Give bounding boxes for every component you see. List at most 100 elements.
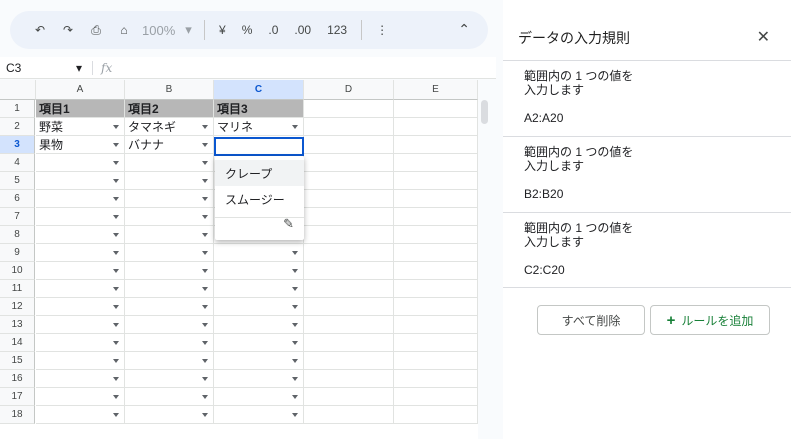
column-header-d[interactable]: D	[304, 80, 394, 100]
grid-cell[interactable]	[214, 352, 304, 370]
grid-cell[interactable]	[36, 244, 125, 262]
dropdown-arrow-icon[interactable]	[202, 323, 208, 327]
grid-cell[interactable]	[394, 352, 478, 370]
grid-cell[interactable]	[36, 208, 125, 226]
grid-cell[interactable]	[394, 406, 478, 424]
grid-cell[interactable]	[304, 118, 394, 136]
grid-cell[interactable]	[214, 406, 304, 424]
column-header-e[interactable]: E	[394, 80, 478, 100]
dropdown-arrow-icon[interactable]	[292, 269, 298, 273]
grid-cell[interactable]	[304, 172, 394, 190]
active-cell-input[interactable]	[214, 137, 304, 156]
dropdown-arrow-icon[interactable]	[202, 179, 208, 183]
dropdown-arrow-icon[interactable]	[202, 233, 208, 237]
increase-decimal-button[interactable]: .00	[286, 23, 319, 37]
column-header-b[interactable]: B	[125, 80, 214, 100]
grid-cell[interactable]	[304, 334, 394, 352]
grid-cell[interactable]	[394, 262, 478, 280]
grid-cell[interactable]	[125, 316, 214, 334]
grid-cell[interactable]	[394, 316, 478, 334]
dropdown-arrow-icon[interactable]	[292, 359, 298, 363]
grid-cell[interactable]	[394, 100, 478, 118]
print-icon[interactable]: ⎙	[82, 16, 110, 44]
grid-cell[interactable]	[394, 190, 478, 208]
grid-cell[interactable]	[125, 154, 214, 172]
grid-cell[interactable]	[304, 316, 394, 334]
dropdown-arrow-icon[interactable]	[292, 323, 298, 327]
dropdown-option[interactable]: クレープ	[215, 160, 304, 186]
row-header[interactable]: 6	[0, 190, 35, 208]
grid-cell[interactable]	[304, 190, 394, 208]
grid-cell[interactable]	[36, 226, 125, 244]
dropdown-arrow-icon[interactable]	[202, 215, 208, 219]
sheet-grid[interactable]: A B C D E 1 項目1 項目2 項目3 2 野菜 タマネギ マリネ 3 果物 バナナ 4 5 6 7 8 9 10 1…	[0, 80, 478, 439]
dropdown-arrow-icon[interactable]	[113, 251, 119, 255]
dropdown-arrow-icon[interactable]	[292, 251, 298, 255]
grid-cell[interactable]	[36, 262, 125, 280]
grid-cell[interactable]	[125, 208, 214, 226]
grid-cell[interactable]	[36, 154, 125, 172]
grid-cell[interactable]	[214, 262, 304, 280]
dropdown-arrow-icon[interactable]	[202, 197, 208, 201]
grid-cell[interactable]	[394, 334, 478, 352]
grid-cell[interactable]	[214, 388, 304, 406]
grid-cell[interactable]	[125, 262, 214, 280]
dropdown-arrow-icon[interactable]	[113, 197, 119, 201]
grid-cell[interactable]: バナナ	[125, 136, 214, 154]
row-header[interactable]: 3	[0, 136, 35, 154]
grid-cell[interactable]	[394, 208, 478, 226]
rule-item[interactable]: 範囲内の 1 つの値を 入力します C2:C20	[503, 212, 791, 288]
grid-cell[interactable]	[125, 406, 214, 424]
currency-button[interactable]: ¥	[211, 23, 234, 37]
grid-cell[interactable]	[125, 280, 214, 298]
dropdown-arrow-icon[interactable]	[113, 143, 119, 147]
row-header[interactable]: 9	[0, 244, 35, 262]
grid-cell[interactable]	[304, 298, 394, 316]
row-header[interactable]: 11	[0, 280, 35, 298]
dropdown-arrow-icon[interactable]	[113, 179, 119, 183]
grid-cell[interactable]	[125, 172, 214, 190]
grid-cell[interactable]	[394, 388, 478, 406]
grid-cell[interactable]	[125, 370, 214, 388]
dropdown-arrow-icon[interactable]	[113, 215, 119, 219]
grid-cell[interactable]	[304, 226, 394, 244]
row-header[interactable]: 17	[0, 388, 35, 406]
collapse-icon[interactable]: ⌃	[458, 21, 470, 38]
grid-cell[interactable]	[304, 352, 394, 370]
grid-cell[interactable]	[394, 280, 478, 298]
grid-cell[interactable]	[394, 154, 478, 172]
grid-cell[interactable]	[125, 388, 214, 406]
number-format-button[interactable]: 123	[319, 23, 355, 37]
grid-cell[interactable]	[304, 208, 394, 226]
grid-cell[interactable]	[36, 334, 125, 352]
dropdown-arrow-icon[interactable]	[292, 341, 298, 345]
grid-cell[interactable]	[304, 280, 394, 298]
grid-cell[interactable]	[36, 388, 125, 406]
row-header[interactable]: 2	[0, 118, 35, 136]
dropdown-arrow-icon[interactable]	[113, 341, 119, 345]
grid-cell[interactable]	[214, 334, 304, 352]
grid-cell[interactable]	[36, 352, 125, 370]
grid-cell[interactable]	[125, 244, 214, 262]
grid-cell[interactable]	[36, 370, 125, 388]
grid-cell[interactable]	[394, 118, 478, 136]
more-icon[interactable]: ⋮	[368, 23, 396, 37]
decrease-decimal-button[interactable]: .0	[260, 23, 286, 37]
delete-all-button[interactable]: すべて削除	[537, 305, 645, 335]
grid-cell[interactable]	[36, 172, 125, 190]
grid-cell[interactable]	[36, 190, 125, 208]
grid-cell[interactable]	[125, 334, 214, 352]
vertical-scrollbar[interactable]	[481, 100, 488, 124]
undo-icon[interactable]: ↶	[26, 16, 54, 44]
row-header[interactable]: 1	[0, 100, 35, 118]
column-header-a[interactable]: A	[36, 80, 125, 100]
dropdown-arrow-icon[interactable]	[202, 359, 208, 363]
grid-cell[interactable]	[304, 154, 394, 172]
close-icon[interactable]: ✕	[757, 27, 770, 47]
grid-cell[interactable]	[304, 100, 394, 118]
grid-cell[interactable]	[394, 136, 478, 154]
grid-cell[interactable]	[394, 172, 478, 190]
grid-cell[interactable]	[394, 244, 478, 262]
grid-cell[interactable]	[125, 226, 214, 244]
edit-pencil-icon[interactable]: ✎	[283, 216, 294, 232]
